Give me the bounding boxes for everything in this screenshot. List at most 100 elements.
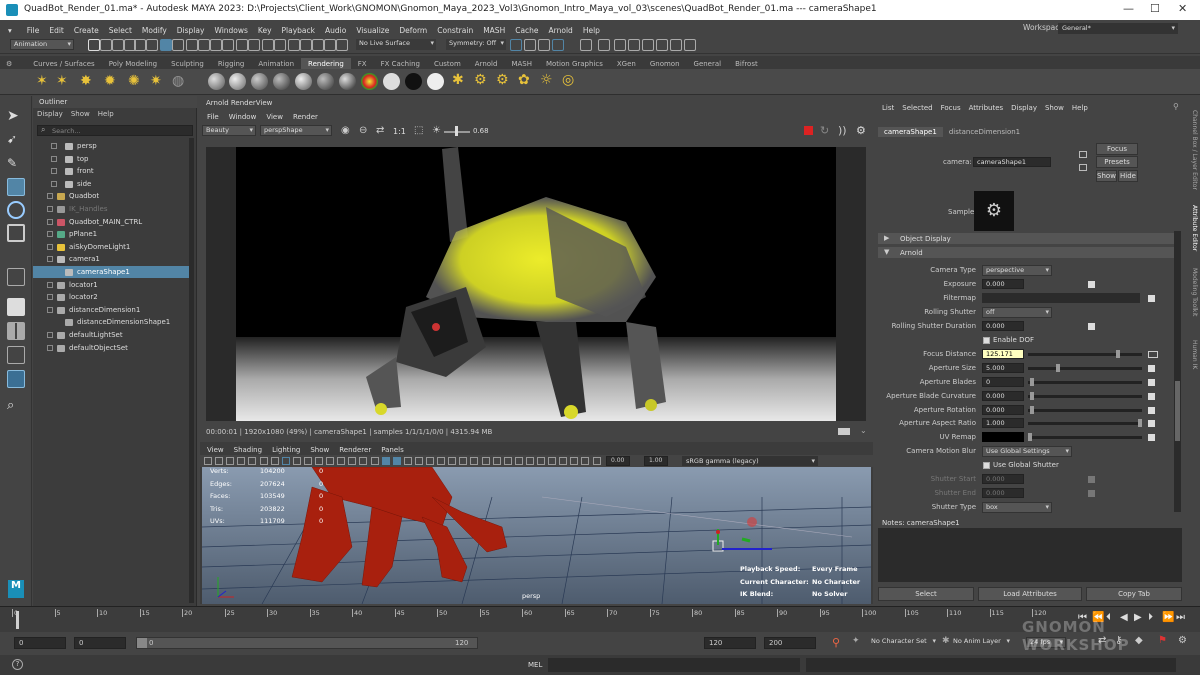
attr-field[interactable]: 0.000 [982,404,1024,415]
ae-menu-show[interactable]: Show [1041,104,1068,112]
render-tool-11-icon[interactable] [684,39,696,51]
attr-map-icon[interactable] [1148,294,1155,302]
expand-icon[interactable] [47,281,53,288]
attr-map-icon[interactable] [1148,392,1155,400]
material-6-icon[interactable] [339,73,356,90]
light-0-icon[interactable]: ✶ [36,73,48,89]
expand-icon[interactable]: ⌄ [860,426,867,435]
viewport-field-2[interactable]: 1.00 [644,456,668,466]
outliner-scrollbar[interactable] [189,138,194,603]
outliner-item-camerashape1[interactable]: cameraShape1 [33,266,193,278]
viewport-menu-shading[interactable]: Shading [229,446,267,454]
status-tool-9-icon[interactable] [198,39,210,51]
render-tool-7-icon[interactable] [628,39,640,51]
render-shelf-5-icon[interactable]: ◎ [562,72,574,88]
attr-field[interactable]: 0.000 [982,390,1024,401]
minimize-button[interactable]: — [1123,2,1134,15]
material-9-icon[interactable] [405,73,422,90]
renderview-menu-render[interactable]: Render [288,113,323,121]
viewport-tool-16-icon[interactable] [381,457,390,465]
viewport-tool-25-icon[interactable] [481,457,490,465]
renderview-settings-icon[interactable]: ⚙ [856,124,866,137]
outliner-item-quadbot[interactable]: Quadbot [33,190,193,202]
outliner-item-pplane1[interactable]: pPlane1 [33,228,193,240]
copy-tab-button[interactable]: Copy Tab [1086,587,1182,601]
render-shelf-0-icon[interactable]: ✱ [452,72,464,88]
ae-scrollbar[interactable] [1174,231,1181,512]
render-tool-2-icon[interactable] [538,39,550,51]
expand-icon[interactable] [47,332,53,338]
viewport-tool-21-icon[interactable] [437,457,446,465]
layout-side-icon[interactable] [7,346,25,364]
render-tool-8-icon[interactable] [642,39,654,51]
mel-input[interactable] [548,658,800,672]
connection-icon[interactable] [1148,350,1158,358]
attr-dropdown[interactable]: box [982,502,1052,514]
expand-icon[interactable] [51,143,57,149]
status-tool-11-icon[interactable] [222,39,234,51]
render-tool-1-icon[interactable] [524,39,536,51]
attr-slider-knob[interactable] [1030,377,1035,386]
attr-slider-track[interactable] [1028,394,1142,398]
render-tool-0-icon[interactable] [510,39,522,51]
viewport-tool-10-icon[interactable] [315,457,323,465]
light-2-icon[interactable]: ✸ [80,73,92,89]
viewport-tool-14-icon[interactable] [359,457,368,465]
viewport-tool-28-icon[interactable] [514,457,523,465]
outliner-item-quadbot_main_ctrl[interactable]: Quadbot_MAIN_CTRL [33,216,193,228]
aov-dropdown[interactable]: Beauty [202,125,256,136]
status-tool-15-icon[interactable] [274,39,286,51]
outliner-item-persp[interactable]: persp [33,140,193,152]
attr-slider-knob[interactable] [1138,419,1142,428]
expand-icon[interactable] [47,218,53,225]
light-5-icon[interactable]: ✷ [150,73,162,89]
status-tool-1-icon[interactable] [100,39,112,51]
attr-slider-track[interactable] [1028,422,1142,426]
ae-goto-output-icon[interactable] [1079,164,1087,171]
outliner-menu-show[interactable]: Show [67,109,94,119]
side-tab-human-ik[interactable]: Human IK [1186,340,1198,369]
render-tool-3-icon[interactable] [552,39,564,51]
attr-dropdown[interactable]: off [982,306,1052,318]
range-bar[interactable]: 0 120 [136,637,478,649]
character-icon[interactable]: ✦ [852,636,860,646]
attr-field[interactable]: 0.000 [982,320,1024,331]
close-button[interactable]: ✕ [1178,2,1187,15]
viewport-tool-20-icon[interactable] [426,457,434,465]
outliner-item-defaultobjectset[interactable]: defaultObjectSet [33,342,193,354]
live-surface-dropdown[interactable]: No Live Surface [356,39,436,50]
checkbox[interactable] [983,336,990,344]
select-button[interactable]: Select [878,587,974,601]
attr-field[interactable]: 5.000 [982,362,1024,373]
viewport-tool-2-icon[interactable] [226,457,235,465]
fit-icon[interactable]: ⬚ [414,125,423,136]
ae-menu-focus[interactable]: Focus [937,104,965,112]
viewport-tool-4-icon[interactable] [248,457,257,465]
status-tool-10-icon[interactable] [210,39,222,51]
anim-end-field[interactable]: 200 [764,637,816,649]
lasso-tool-icon[interactable]: ➹ [7,132,25,150]
camera-dropdown[interactable]: perspShape [260,125,332,136]
attr-slider-knob[interactable] [1028,433,1032,442]
viewport-tool-34-icon[interactable] [581,457,590,465]
attr-map-icon[interactable] [1148,420,1155,428]
viewport-tool-26-icon[interactable] [492,457,501,465]
material-7-icon[interactable] [361,73,378,90]
ae-menu-list[interactable]: List [878,104,898,112]
status-tool-2-icon[interactable] [112,39,124,51]
attr-slider-track[interactable] [1028,436,1142,440]
outliner-item-distancedimension1[interactable]: distanceDimension1 [33,304,193,316]
attr-map-icon[interactable] [1088,490,1095,498]
move-tool-icon[interactable] [7,178,25,196]
outliner-menu-display[interactable]: Display [33,109,67,119]
viewport-tool-5-icon[interactable] [259,457,268,465]
viewport-tool-12-icon[interactable] [337,457,346,465]
render-tool-10-icon[interactable] [670,39,682,51]
attr-slider-track[interactable] [1028,380,1142,384]
render-tool-4-icon[interactable] [580,39,592,51]
material-5-icon[interactable] [317,73,334,90]
workspace-dropdown[interactable]: General* [1058,23,1178,34]
outliner-menu-help[interactable]: Help [94,109,118,119]
end-field[interactable]: 120 [704,637,756,649]
outliner-item-camera1[interactable]: camera1 [33,253,193,265]
